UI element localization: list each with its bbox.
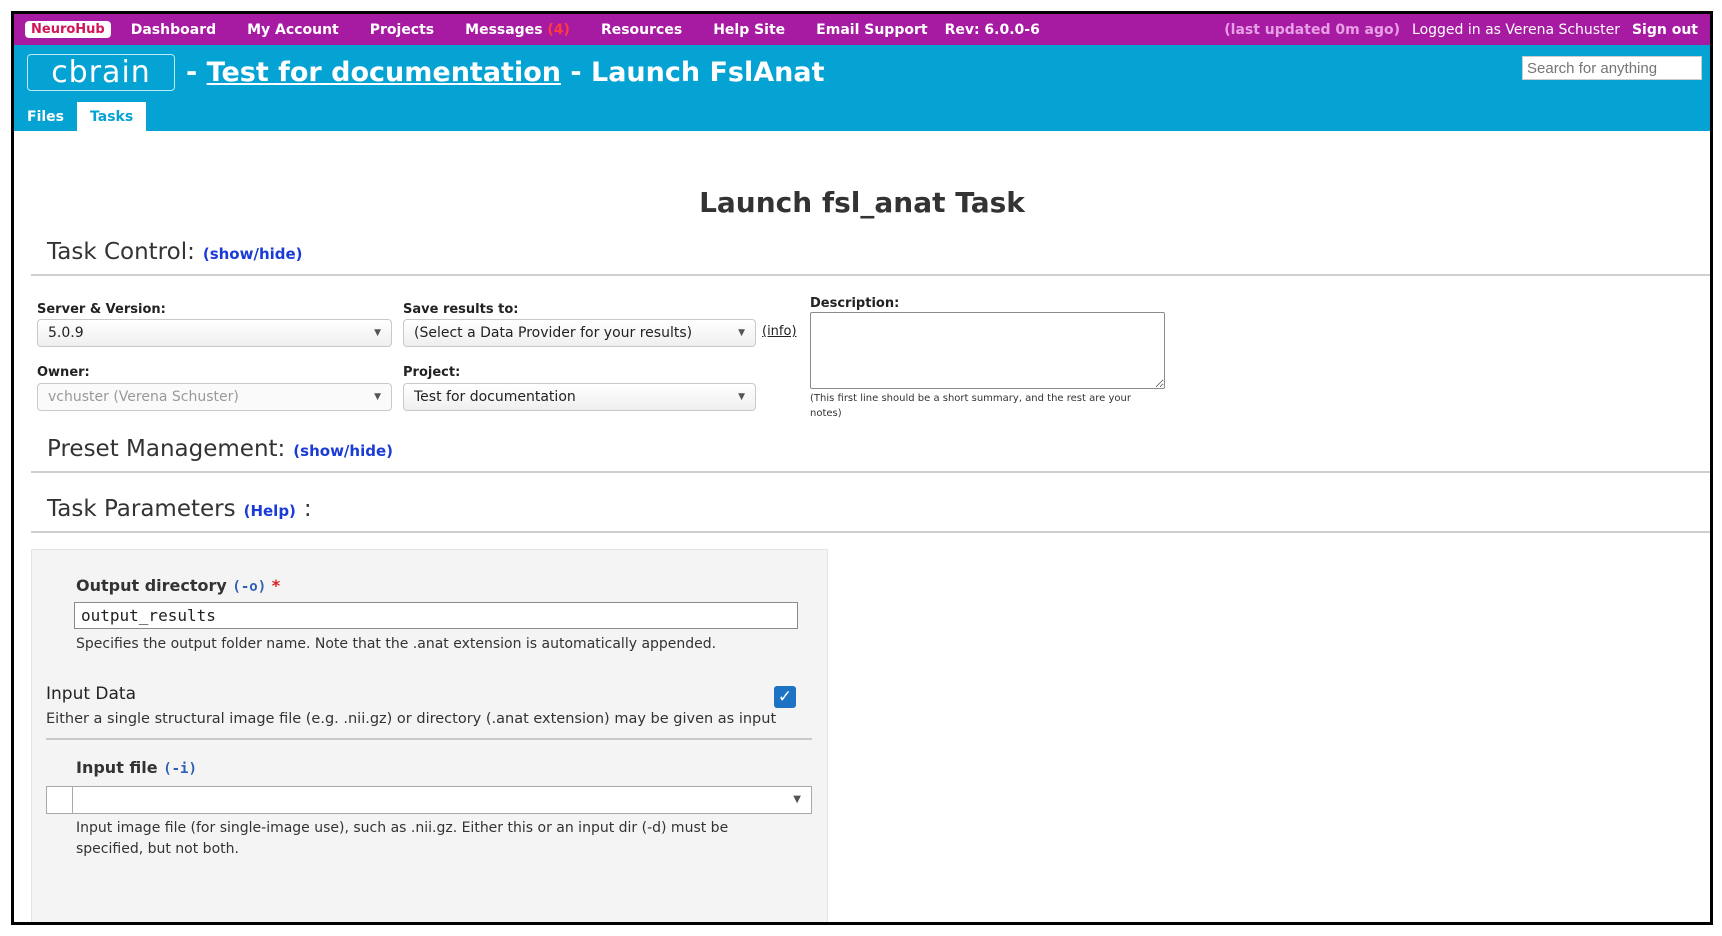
divider <box>46 738 812 740</box>
required-marker: * <box>271 576 281 595</box>
project-value: Test for documentation <box>414 389 576 405</box>
tab-files[interactable]: Files <box>14 102 77 131</box>
task-parameters-heading: Task Parameters (Help) : <box>47 496 312 522</box>
main-content: Launch fsl_anat Task Task Control: (show… <box>14 131 1710 922</box>
description-label: Description: <box>810 296 900 311</box>
description-hint: (This first line should be a short summa… <box>810 393 1131 419</box>
chevron-down-icon: ▼ <box>793 794 801 805</box>
title-launch-text: - Launch FslAnat <box>560 57 825 88</box>
messages-count-badge: (4) <box>547 21 570 38</box>
page-header: cbrain - Test for documentation - Launch… <box>14 45 1710 131</box>
preset-management-toggle-link[interactable]: (show/hide) <box>293 442 393 460</box>
server-version-value: 5.0.9 <box>48 325 84 341</box>
menu-messages[interactable]: Messages (4) <box>465 22 570 38</box>
input-file-checkbox[interactable] <box>47 787 73 813</box>
last-updated-text: (last updated 0m ago) <box>1224 21 1401 38</box>
output-directory-input[interactable] <box>74 602 798 629</box>
server-version-select[interactable]: 5.0.9 ▼ <box>37 319 392 347</box>
save-results-select[interactable]: (Select a Data Provider for your results… <box>403 319 756 347</box>
owner-label: Owner: <box>37 365 90 380</box>
input-file-label-text: Input file <box>76 758 158 777</box>
input-file-flag: (-i) <box>163 761 197 777</box>
cbrain-logo[interactable]: cbrain <box>27 54 175 91</box>
chevron-down-icon: ▼ <box>374 392 381 402</box>
save-results-label: Save results to: <box>403 302 519 317</box>
input-file-label: Input file (-i) <box>76 758 197 777</box>
menu-resources[interactable]: Resources <box>601 22 682 38</box>
output-directory-label-text: Output directory <box>76 576 227 595</box>
tab-tasks[interactable]: Tasks <box>77 102 147 131</box>
menu-projects[interactable]: Projects <box>370 22 434 38</box>
menu-dashboard[interactable]: Dashboard <box>131 22 216 38</box>
task-parameters-help-link[interactable]: (Help) <box>244 502 296 520</box>
global-search-input[interactable] <box>1522 56 1702 80</box>
data-provider-info-link[interactable]: (info) <box>762 324 797 339</box>
menu-messages-label: Messages <box>465 21 543 38</box>
input-data-heading: Input Data <box>46 684 137 704</box>
output-directory-flag: (-o) <box>232 579 267 595</box>
task-parameters-colon: : <box>303 496 312 522</box>
owner-value: vchuster (Verena Schuster) <box>48 389 239 405</box>
task-control-title: Task Control: <box>47 239 195 265</box>
server-version-label: Server & Version: <box>37 302 166 317</box>
input-data-description: Either a single structural image file (e… <box>46 711 777 727</box>
title-separator: - <box>186 57 207 88</box>
menu-my-account[interactable]: My Account <box>247 22 339 38</box>
output-directory-label: Output directory (-o) * <box>76 576 280 595</box>
divider <box>31 471 1710 473</box>
checkmark-icon: ✓ <box>777 687 793 707</box>
menu-email-support[interactable]: Email Support <box>816 22 927 38</box>
page-title: Launch fsl_anat Task <box>699 186 1025 219</box>
save-results-value: (Select a Data Provider for your results… <box>414 325 693 341</box>
output-directory-hint: Specifies the output folder name. Note t… <box>76 636 717 652</box>
owner-select: vchuster (Verena Schuster) ▼ <box>37 383 392 411</box>
input-file-select[interactable]: ▼ <box>46 786 812 814</box>
header-tabs: Files Tasks <box>14 102 147 131</box>
input-file-hint: Input image file (for single-image use),… <box>76 820 729 857</box>
logged-in-text: Logged in as Verena Schuster <box>1412 21 1620 38</box>
sign-out-link[interactable]: Sign out <box>1632 22 1698 38</box>
revision-label: Rev: 6.0.0-6 <box>944 21 1040 38</box>
page-breadcrumb-title: - Test for documentation - Launch FslAna… <box>186 57 825 88</box>
chevron-down-icon: ▼ <box>738 392 745 402</box>
top-menu-bar: NeuroHub Dashboard My Account Projects M… <box>14 14 1710 45</box>
app-frame: NeuroHub Dashboard My Account Projects M… <box>11 11 1713 925</box>
task-parameters-panel: Output directory (-o) * Specifies the ou… <box>31 549 828 922</box>
description-textarea[interactable] <box>810 312 1165 389</box>
divider <box>31 274 1710 276</box>
project-label: Project: <box>403 365 461 380</box>
session-info: (last updated 0m ago) Logged in as Veren… <box>1224 22 1710 38</box>
preset-management-title: Preset Management: <box>47 436 286 462</box>
menu-help-site[interactable]: Help Site <box>713 22 785 38</box>
input-data-checkbox[interactable]: ✓ <box>774 686 796 708</box>
divider <box>31 531 1710 533</box>
project-breadcrumb-link[interactable]: Test for documentation <box>207 57 561 88</box>
neurohub-brand-link[interactable]: NeuroHub <box>25 21 111 38</box>
preset-management-heading: Preset Management: (show/hide) <box>47 436 393 462</box>
chevron-down-icon: ▼ <box>738 328 745 338</box>
task-parameters-title: Task Parameters <box>47 496 236 522</box>
task-control-toggle-link[interactable]: (show/hide) <box>203 245 303 263</box>
project-select[interactable]: Test for documentation ▼ <box>403 383 756 411</box>
task-control-heading: Task Control: (show/hide) <box>47 239 303 265</box>
chevron-down-icon: ▼ <box>374 328 381 338</box>
